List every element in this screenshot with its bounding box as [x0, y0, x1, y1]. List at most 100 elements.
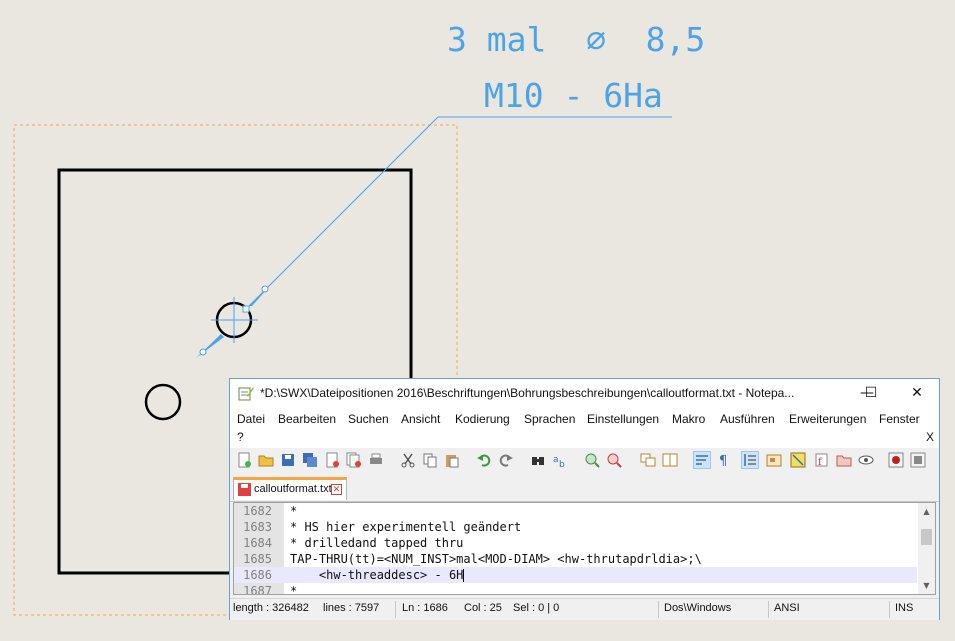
status-length: length : 326482 [233, 602, 309, 614]
editor-line-current[interactable]: 1686 <hw-threaddesc> - 6H [234, 567, 917, 583]
sync-v-icon[interactable] [640, 452, 656, 468]
status-mode: INS [895, 602, 914, 614]
editor-line[interactable]: 1684 * drilledand tapped thru [234, 535, 917, 551]
status-sel: Sel : 0 | 0 [513, 602, 560, 614]
status-separator [889, 601, 890, 618]
status-bar: length : 326482 lines : 7597 Ln : 1686 C… [230, 598, 939, 620]
leader-handle[interactable] [242, 305, 250, 313]
menu-erweiterungen[interactable]: Erweiterungen [789, 412, 866, 426]
scroll-down-icon[interactable]: ▼ [918, 577, 935, 594]
doc-map-icon[interactable] [790, 452, 806, 468]
callout-text-line1[interactable]: 3 mal ∅ 8,5 [447, 20, 705, 59]
new-icon[interactable] [236, 452, 252, 468]
save-all-icon[interactable] [302, 452, 318, 468]
text-caret [463, 569, 465, 582]
udl-icon[interactable] [766, 452, 782, 468]
menu-help[interactable]: ? [237, 430, 244, 444]
notepadpp-window[interactable]: *D:\SWX\Dateipositionen 2016\Beschriftun… [229, 378, 940, 620]
tab-close-icon[interactable]: ✕ [331, 484, 342, 495]
editor-area[interactable]: 1682 * 1683 * HS hier experimentell geände… [233, 502, 936, 595]
word-wrap-icon[interactable] [693, 451, 711, 469]
menu-bearbeiten[interactable]: Bearbeiten [278, 412, 336, 426]
save-icon[interactable] [280, 452, 296, 468]
editor-line[interactable]: 1683 * HS hier experimentell geändert [234, 519, 917, 535]
status-ln: Ln : 1686 [402, 602, 448, 614]
open-icon[interactable] [258, 452, 274, 468]
print-icon[interactable] [368, 452, 384, 468]
record-macro-icon[interactable] [888, 452, 904, 468]
find-icon[interactable] [530, 452, 546, 468]
menu-fenster[interactable]: Fenster [879, 412, 920, 426]
paste-icon[interactable] [444, 452, 460, 468]
line-number: 1687 [243, 584, 272, 595]
line-number: 1686 [243, 568, 272, 582]
leader-arrow-lower [196, 334, 224, 358]
status-lines: lines : 7597 [323, 602, 380, 614]
copy-icon[interactable] [422, 452, 438, 468]
function-list-icon[interactable]: f [814, 452, 830, 468]
status-eol: Dos\Windows [664, 602, 732, 614]
svg-text:¶: ¶ [719, 454, 727, 468]
close-all-icon[interactable] [346, 452, 362, 468]
replace-icon[interactable]: ab [552, 452, 568, 468]
svg-text:a: a [553, 455, 559, 465]
tab-label: calloutformat.txt [254, 483, 332, 495]
leader-line [245, 116, 439, 310]
menu-datei[interactable]: Datei [237, 412, 265, 426]
menu-sprachen[interactable]: Sprachen [524, 412, 575, 426]
status-separator [395, 601, 396, 618]
tab-calloutformat[interactable]: calloutformat.txt ✕ [233, 477, 347, 500]
vertical-scrollbar[interactable]: ▲ ▼ [918, 503, 935, 594]
editor-line[interactable]: 1682 * [234, 503, 917, 519]
editor-line[interactable]: 1685 TAP-THRU(tt)=<NUM_INST>mal<MOD-DIAM>… [234, 551, 917, 567]
redo-icon[interactable] [498, 452, 514, 468]
line-number: 1684 [243, 536, 272, 550]
editor-line[interactable]: 1687 * [234, 583, 917, 595]
maximize-button[interactable]: ☐ [848, 379, 894, 408]
grip-point-lower[interactable] [199, 348, 207, 356]
status-separator [768, 601, 769, 618]
monitor-icon[interactable] [858, 452, 874, 468]
indent-guide-icon[interactable] [741, 451, 759, 469]
close-window-button[interactable]: ✕ [894, 379, 940, 408]
zoom-out-icon[interactable] [606, 452, 622, 468]
cut-icon[interactable] [400, 452, 416, 468]
menu-bar: Datei Bearbeiten Suchen Ansicht Kodierun… [230, 408, 939, 448]
close-document-button[interactable]: X [926, 430, 934, 444]
line-number: 1682 [243, 504, 272, 518]
menu-suchen[interactable]: Suchen [348, 412, 389, 426]
stop-record-icon[interactable] [910, 452, 926, 468]
undo-icon[interactable] [476, 452, 492, 468]
menu-ansicht[interactable]: Ansicht [401, 412, 440, 426]
window-title: *D:\SWX\Dateipositionen 2016\Beschriftun… [260, 386, 795, 400]
line-text[interactable]: * drilledand tapped thru [290, 535, 463, 551]
zoom-in-icon[interactable] [584, 452, 600, 468]
folder-workspace-icon[interactable] [836, 452, 852, 468]
callout-text-line2[interactable]: M10 - 6Ha [484, 76, 663, 115]
show-all-chars-icon[interactable]: ¶ [716, 452, 732, 468]
hole-small[interactable] [144, 383, 182, 421]
unsaved-file-icon [238, 483, 251, 496]
line-text: <hw-threaddesc> - 6H [290, 568, 464, 582]
status-separator [658, 601, 659, 618]
line-text[interactable]: * [290, 503, 297, 519]
menu-kodierung[interactable]: Kodierung [455, 412, 510, 426]
tab-bar: calloutformat.txt ✕ [230, 474, 939, 502]
notepadpp-app-icon [238, 387, 254, 401]
menu-ausfuehren[interactable]: Ausführen [720, 412, 775, 426]
line-text[interactable]: TAP-THRU(tt)=<NUM_INST>mal<MOD-DIAM> <hw… [290, 551, 702, 567]
title-bar[interactable]: *D:\SWX\Dateipositionen 2016\Beschriftun… [230, 379, 939, 408]
sync-h-icon[interactable] [662, 452, 678, 468]
menu-einstellungen[interactable]: Einstellungen [587, 412, 659, 426]
scrollbar-thumb[interactable] [921, 529, 932, 545]
grip-point-upper[interactable] [261, 285, 269, 293]
line-text[interactable]: * [290, 583, 297, 594]
scroll-up-icon[interactable]: ▲ [918, 503, 935, 520]
line-text[interactable]: * HS hier experimentell geändert [290, 519, 521, 535]
status-encoding: ANSI [774, 602, 800, 614]
toolbar: ab ¶ f [230, 448, 939, 472]
close-icon[interactable] [324, 452, 340, 468]
status-col: Col : 25 [464, 602, 502, 614]
line-text-current[interactable]: <hw-threaddesc> - 6H [290, 567, 465, 583]
menu-makro[interactable]: Makro [672, 412, 705, 426]
